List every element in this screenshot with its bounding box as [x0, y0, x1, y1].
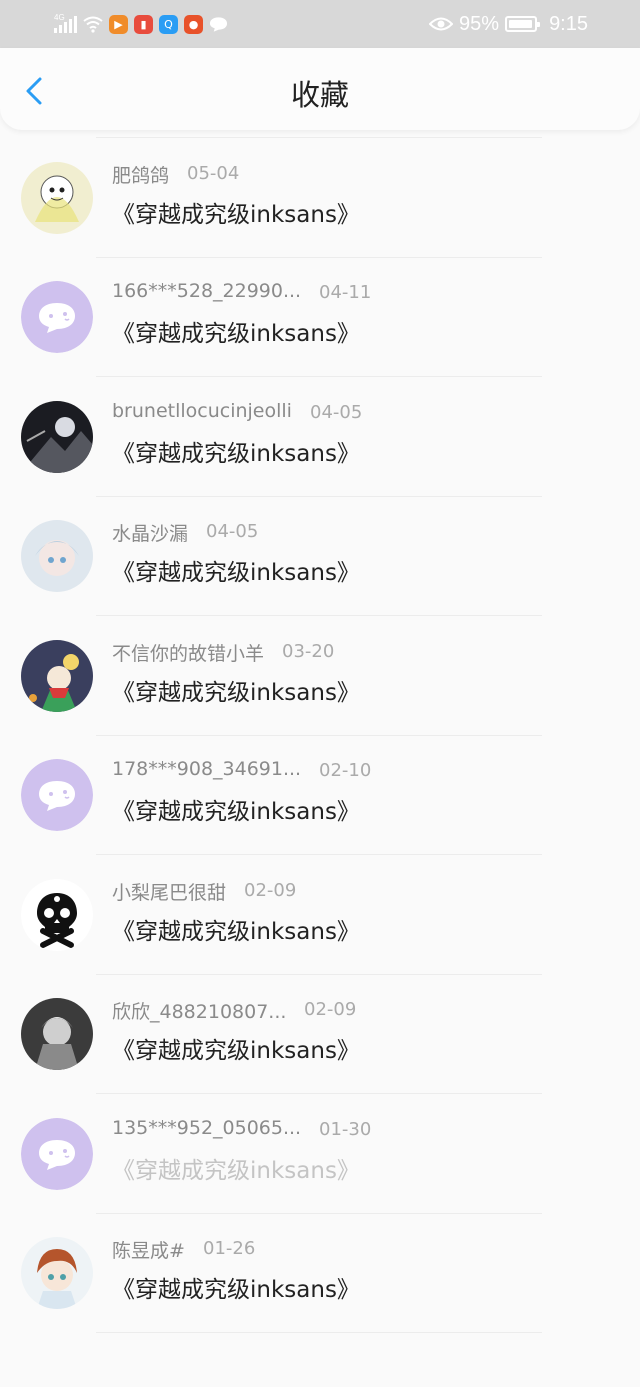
- favorite-title[interactable]: 《穿越成究级inksans》: [112, 553, 360, 587]
- avatar[interactable]: [21, 520, 93, 592]
- favorite-title[interactable]: 《穿越成究级inksans》: [112, 434, 360, 468]
- notification-app-icons: ▶ ▮ Q ●: [109, 14, 228, 34]
- username[interactable]: 水晶沙漏: [112, 519, 188, 546]
- date-label: 04-05: [310, 401, 363, 423]
- list-item[interactable]: 欣欣_488210807... 02-09 《穿越成究级inksans》: [0, 975, 640, 1095]
- eye-icon: [429, 17, 454, 31]
- date-label: 03-20: [282, 640, 335, 662]
- list-item[interactable]: brunetllocucinjeolli 04-05 《穿越成究级inksans》: [0, 378, 640, 498]
- username[interactable]: 肥鸽鸽: [112, 161, 169, 188]
- list-item[interactable]: 肥鸽鸽 05-04 《穿越成究级inksans》: [0, 139, 640, 259]
- date-label: 01-26: [203, 1238, 256, 1259]
- avatar[interactable]: [21, 281, 93, 353]
- date-label: 04-11: [319, 282, 372, 303]
- favorite-title[interactable]: 《穿越成究级inksans》: [112, 673, 360, 707]
- status-right: 95% 9:15: [429, 12, 588, 36]
- sun-app-icon: ●: [184, 14, 203, 34]
- avatar[interactable]: [21, 1237, 93, 1309]
- date-label: 04-05: [206, 521, 259, 542]
- avatar[interactable]: [21, 639, 93, 712]
- battery-percent: 95%: [459, 12, 500, 35]
- video-app-icon: ▶: [109, 14, 128, 34]
- avatar[interactable]: [21, 759, 93, 831]
- favorite-title[interactable]: 《穿越成究级inksans》: [112, 792, 360, 826]
- username[interactable]: 135***952_05065...: [112, 1117, 301, 1139]
- date-label: 02-09: [304, 999, 357, 1020]
- favorite-title[interactable]: 《穿越成究级inksans》: [112, 1270, 360, 1304]
- avatar[interactable]: [21, 161, 93, 234]
- list-item[interactable]: 陈昱成# 01-26 《穿越成究级inksans》: [0, 1214, 640, 1334]
- favorite-title[interactable]: 《穿越成究级inksans》: [112, 1151, 360, 1185]
- avatar[interactable]: [21, 878, 93, 951]
- list-item[interactable]: 135***952_05065... 01-30 《穿越成究级inksans》: [0, 1095, 640, 1215]
- page-title: 收藏: [290, 78, 349, 112]
- clock: 9:15: [549, 12, 588, 35]
- status-bar: 4G ▶ ▮ Q ● 95% 9:15: [0, 0, 640, 48]
- wifi-icon: [83, 16, 103, 33]
- chat-app-icon: [209, 15, 228, 34]
- favorite-title[interactable]: 《穿越成究级inksans》: [112, 1031, 360, 1065]
- status-left: 4G ▶ ▮ Q ●: [54, 12, 228, 36]
- favorite-title[interactable]: 《穿越成究级inksans》: [112, 314, 360, 348]
- app-header: 收藏: [0, 48, 640, 130]
- username[interactable]: 欣欣_488210807...: [112, 997, 286, 1024]
- list-item[interactable]: 166***528_22990... 04-11 《穿越成究级inksans》: [0, 258, 640, 378]
- date-label: 02-09: [244, 879, 297, 901]
- list-item[interactable]: 不信你的故错小羊 03-20 《穿越成究级inksans》: [0, 617, 640, 737]
- username[interactable]: 小梨尾巴很甜: [112, 878, 226, 905]
- username[interactable]: 178***908_34691...: [112, 758, 301, 780]
- avatar[interactable]: [21, 998, 93, 1070]
- date-label: 02-10: [319, 760, 372, 781]
- favorite-title[interactable]: 《穿越成究级inksans》: [112, 912, 360, 946]
- date-label: 01-30: [319, 1118, 372, 1140]
- date-label: 05-04: [187, 162, 240, 184]
- book-app-icon: ▮: [134, 14, 153, 34]
- network-type: 4G: [54, 13, 65, 22]
- battery-icon: [505, 16, 541, 32]
- username[interactable]: 陈昱成#: [112, 1236, 185, 1263]
- list-item[interactable]: 小梨尾巴很甜 02-09 《穿越成究级inksans》: [0, 856, 640, 976]
- signal-icon: 4G: [54, 13, 77, 33]
- search-app-icon: Q: [159, 14, 178, 34]
- username[interactable]: 不信你的故错小羊: [112, 639, 264, 666]
- list-item[interactable]: 178***908_34691... 02-10 《穿越成究级inksans》: [0, 736, 640, 856]
- username[interactable]: brunetllocucinjeolli: [112, 400, 292, 422]
- favorites-list[interactable]: 《穿越成究级inksans》肥鸽鸽05-04《穿越成究级inksans》166*…: [0, 108, 640, 1387]
- avatar[interactable]: [21, 1117, 93, 1190]
- username[interactable]: 166***528_22990...: [112, 280, 301, 302]
- divider: [96, 1332, 542, 1333]
- avatar[interactable]: [21, 400, 93, 473]
- list-item[interactable]: 水晶沙漏 04-05 《穿越成究级inksans》: [0, 497, 640, 617]
- favorite-title[interactable]: 《穿越成究级inksans》: [112, 195, 360, 229]
